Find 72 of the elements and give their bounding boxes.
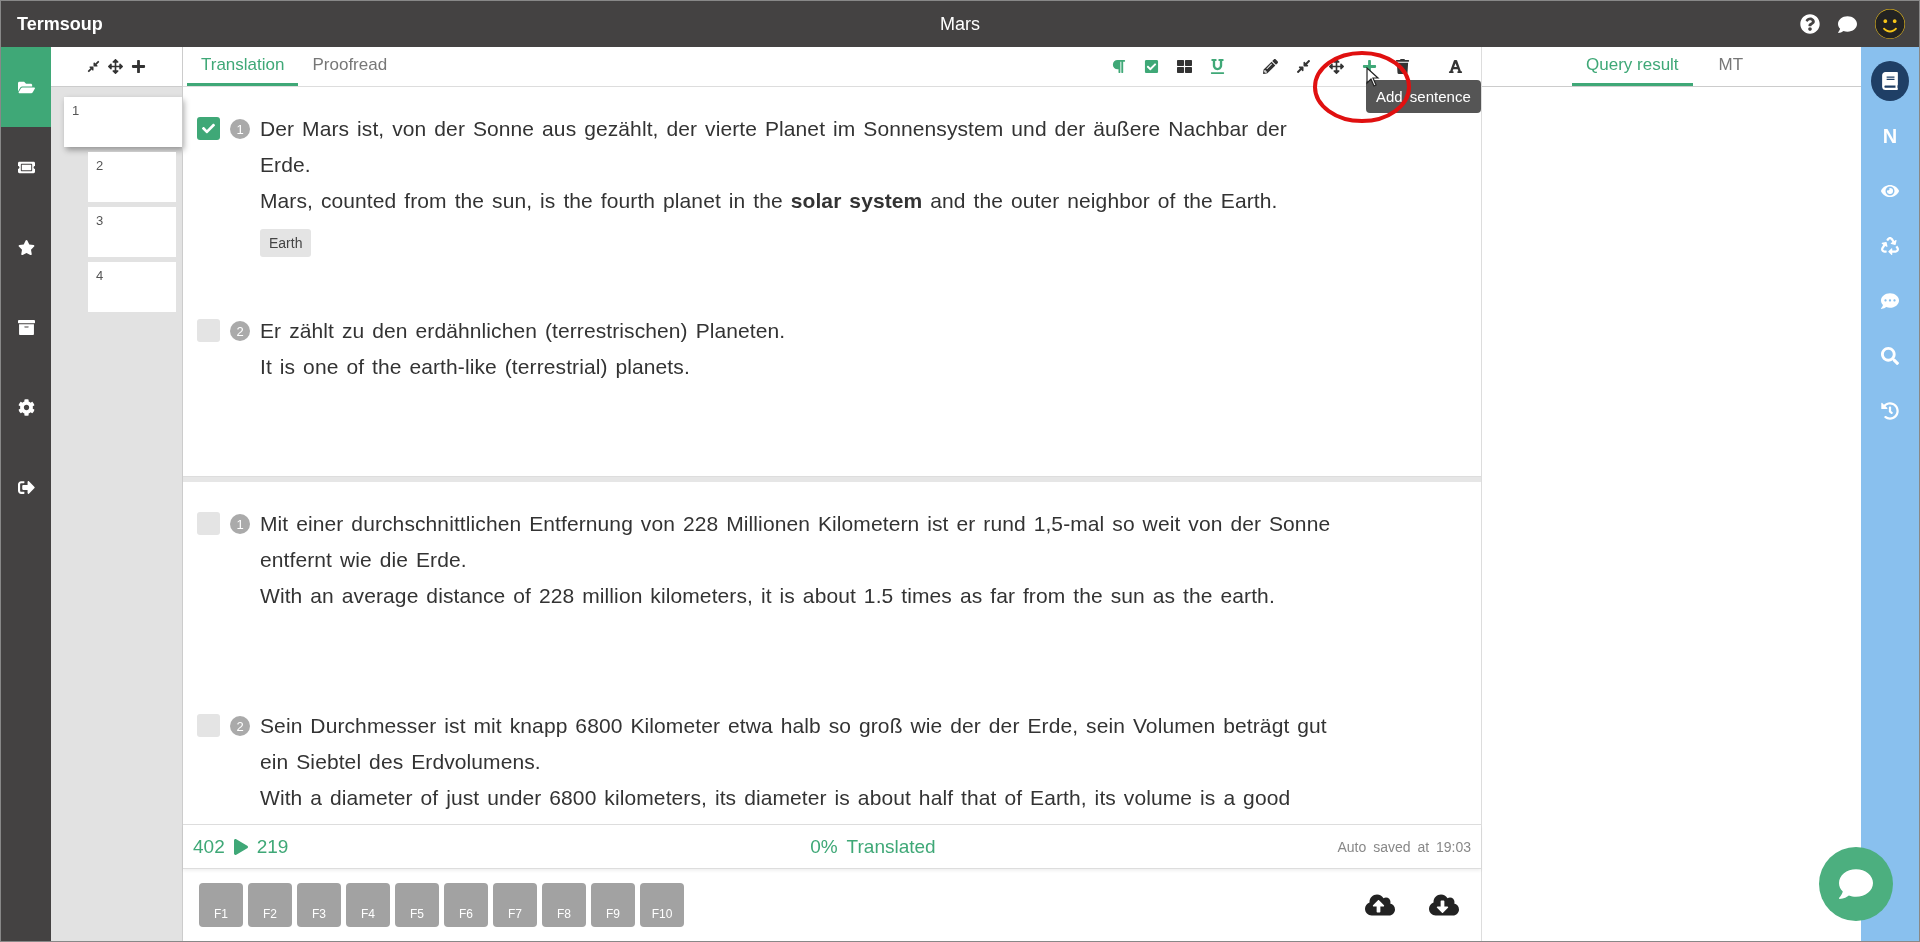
autosave-text: Auto saved at 19:03 xyxy=(1337,838,1471,855)
function-key[interactable]: F5 xyxy=(395,883,439,927)
sentence-checkbox[interactable] xyxy=(197,512,220,535)
letter-button[interactable]: N xyxy=(1871,116,1909,156)
move-icon[interactable] xyxy=(108,59,123,74)
compress-icon xyxy=(1296,59,1311,74)
archive-icon xyxy=(17,318,35,336)
compress-icon[interactable] xyxy=(87,60,100,73)
sentence-checkbox[interactable] xyxy=(197,319,220,342)
sentence-number: 1 xyxy=(230,514,250,534)
function-key[interactable]: F8 xyxy=(542,883,586,927)
search-icon xyxy=(1881,347,1899,365)
sentence-number: 1 xyxy=(230,119,250,139)
panel-tab[interactable]: MT xyxy=(1704,47,1758,86)
document-title: Mars xyxy=(940,13,980,35)
history-icon xyxy=(1881,402,1899,420)
function-key[interactable]: F2 xyxy=(248,883,292,927)
play-icon xyxy=(232,838,249,855)
progress-text: 0% Translated xyxy=(810,835,936,858)
star-icon xyxy=(17,238,35,256)
target-sentence[interactable]: With an average distance of 228 million kilometers, it is about 1.5 times as far from the sun as the earth. xyxy=(260,578,1335,614)
sentence-checkbox[interactable] xyxy=(197,117,220,140)
chat-bubble-icon xyxy=(1839,867,1873,901)
book-button[interactable] xyxy=(1871,61,1909,101)
help-icon[interactable] xyxy=(1800,14,1820,34)
settings-icon xyxy=(17,398,35,416)
paragraph-icon xyxy=(1111,59,1126,74)
function-key[interactable]: F10 xyxy=(640,883,684,927)
function-key[interactable]: F4 xyxy=(346,883,390,927)
page-thumbnail[interactable]: 4 xyxy=(88,262,176,312)
sentence-number: 2 xyxy=(230,321,250,341)
comment-icon[interactable] xyxy=(1838,14,1857,34)
panel-tab[interactable]: Query result xyxy=(1572,47,1693,86)
pencil-icon xyxy=(1263,59,1278,74)
tooltip: Add sentence xyxy=(1366,80,1481,113)
page-thumbnail[interactable]: 3 xyxy=(88,207,176,257)
function-key[interactable]: F7 xyxy=(493,883,537,927)
recycle-icon xyxy=(1881,237,1899,255)
check-icon xyxy=(202,122,215,135)
target-sentence[interactable]: It is one of the earth-like (terrestrial) planets. xyxy=(260,349,786,385)
function-key[interactable]: F6 xyxy=(444,883,488,927)
app-name: Termsoup xyxy=(17,13,103,35)
move-icon xyxy=(1329,59,1344,74)
term-tag[interactable]: Earth xyxy=(260,229,312,257)
editor-tab[interactable]: Translation xyxy=(187,47,299,86)
function-key[interactable]: F3 xyxy=(297,883,341,927)
page-thumbnail[interactable]: 2 xyxy=(88,152,176,202)
editor-tab[interactable]: Proofread xyxy=(298,47,402,86)
plus-icon[interactable] xyxy=(131,59,146,74)
cursor-icon xyxy=(1366,67,1380,87)
function-key[interactable]: F1 xyxy=(199,883,243,927)
source-count: 402 xyxy=(193,835,225,858)
source-sentence: Sein Durchmesser ist mit knapp 6800 Kilometer etwa halb so groß wie der der Erde, sein Volumen beträgt gut ein Siebtel des Erdvolumens. xyxy=(260,713,1328,775)
sentence-checkbox[interactable] xyxy=(197,714,220,737)
source-sentence: Er zählt zu den erdähnlichen (terrestrischen) Planeten. xyxy=(260,318,786,344)
comment-icon xyxy=(1881,292,1899,310)
eye-icon xyxy=(1881,182,1899,200)
font-icon xyxy=(1448,59,1463,74)
page-thumbnail[interactable]: 1 xyxy=(64,97,182,147)
trash-icon xyxy=(1395,59,1410,74)
target-sentence[interactable]: With a diameter of just under 6800 kilometers, its diameter is about half that of Earth, its volume is a good xyxy=(260,780,1335,816)
smiley-icon[interactable] xyxy=(1875,9,1905,39)
underline-icon xyxy=(1210,59,1225,74)
function-key[interactable]: F9 xyxy=(591,883,635,927)
source-sentence: Mit einer durchschnittlichen Entfernung von 228 Millionen Kilometern ist er rund 1,5-mal so weit von der Sonne entfernt wie die Erde. xyxy=(260,511,1332,573)
target-sentence[interactable]: Mars, counted from the sun, is the fourth planet in the solar system and the outer neighbor of the Earth. xyxy=(260,183,1335,219)
grid-icon xyxy=(1177,59,1192,74)
sign-out-icon xyxy=(17,478,35,496)
sentence-number: 2 xyxy=(230,716,250,736)
source-sentence: Der Mars ist, von der Sonne aus gezählt, der vierte Planet im Sonnensystem und der äußere Nachbar der Erde. xyxy=(260,116,1288,178)
book-icon xyxy=(1881,72,1899,90)
target-count: 219 xyxy=(256,835,289,858)
